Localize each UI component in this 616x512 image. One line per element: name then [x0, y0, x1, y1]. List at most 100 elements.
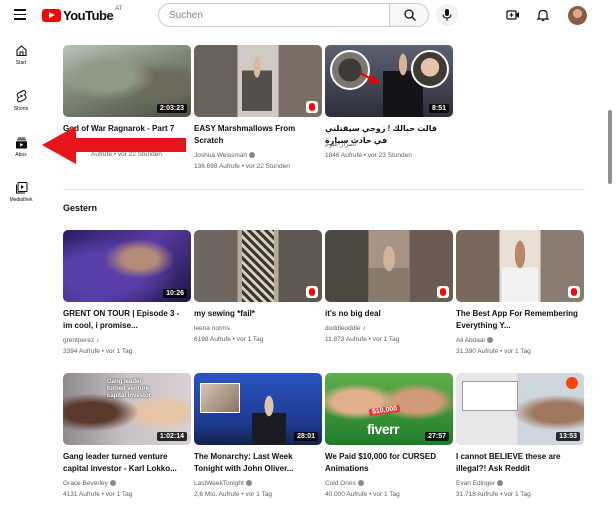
top-bar: YouTube AT Suchen: [0, 0, 616, 32]
bell-icon[interactable]: [536, 8, 550, 22]
duration-badge: 2:03:23: [156, 104, 187, 113]
person-figure: [242, 53, 272, 111]
channel-label: Joshua Weissman: [194, 152, 247, 159]
video-thumbnail[interactable]: [456, 230, 584, 302]
youtube-play-icon: [42, 8, 61, 22]
channel-name[interactable]: grentperez ♪: [63, 337, 99, 344]
video-title[interactable]: The Best App For Remembering Everything …: [456, 308, 582, 332]
duration-badge: 10:26: [163, 289, 187, 298]
logo-text: YouTube: [63, 7, 114, 23]
youtube-subscriptions-page: YouTube AT Suchen Start Shorts Abos Medi…: [0, 0, 616, 512]
search-icon: [404, 9, 416, 21]
shorts-icon: [16, 89, 26, 103]
duration-badge: 27:57: [425, 432, 449, 441]
video-stats: 4131 Aufrufe • vor 1 Tag: [63, 491, 133, 498]
sidebar-item-label: Start: [15, 60, 27, 66]
channel-name[interactable]: doddleoddle ♪: [325, 325, 366, 332]
channel-label: Cold Ones: [325, 480, 356, 487]
shorts-badge-icon: [306, 286, 318, 298]
video-thumbnail[interactable]: 2:03:23: [63, 45, 191, 117]
search-button[interactable]: [389, 3, 429, 27]
channel-name[interactable]: Cold Ones: [325, 480, 364, 487]
video-stats: 31.718 Aufrufe • vor 1 Tag: [456, 491, 531, 498]
avatar[interactable]: [568, 6, 587, 25]
thumbnail-text: Gang leader turned venture capital inves…: [107, 379, 152, 399]
pattern-fabric: [242, 230, 274, 302]
voice-search-button[interactable]: [436, 4, 458, 26]
search-placeholder: Suchen: [169, 9, 203, 21]
shorts-badge-icon: [568, 286, 580, 298]
video-thumbnail[interactable]: 10:26: [63, 230, 191, 302]
thumbnail-text: fiverr: [367, 421, 400, 437]
video-thumbnail[interactable]: $10,000 fiverr 27:57: [325, 373, 453, 445]
sidebar-item-mediathek[interactable]: Mediathek: [0, 181, 42, 203]
channel-name[interactable]: Ali Abdaal: [456, 337, 493, 344]
video-thumbnail[interactable]: 28:01: [194, 373, 322, 445]
duration-badge: 28:01: [294, 432, 318, 441]
channel-label: doddleoddle: [325, 325, 361, 332]
channel-name[interactable]: LastWeekTonight: [194, 480, 252, 487]
channel-label: LastWeekTonight: [194, 480, 244, 487]
verified-icon: [357, 480, 364, 486]
video-stats: 3394 Aufrufe • vor 1 Tag: [63, 348, 133, 355]
video-thumbnail[interactable]: 13:53: [456, 373, 584, 445]
sidebar-item-shorts[interactable]: Shorts: [0, 89, 42, 112]
youtube-logo[interactable]: YouTube AT: [42, 6, 123, 23]
video-thumbnail[interactable]: [325, 230, 453, 302]
create-icon[interactable]: [506, 8, 520, 22]
sidebar-item-label: Abos: [15, 152, 27, 158]
video-title[interactable]: We Paid $10,000 for CURSED Animations: [325, 451, 451, 475]
video-stats: 40.000 Aufrufe • vor 1 Tag: [325, 491, 400, 498]
video-title[interactable]: Gang leader turned venture capital inves…: [63, 451, 189, 475]
menu-icon[interactable]: [14, 9, 26, 20]
video-title[interactable]: my sewing *fail*: [194, 308, 320, 320]
sidebar-item-start[interactable]: Start: [0, 44, 42, 66]
person-figure: [369, 240, 409, 302]
video-title[interactable]: I cannot BELIEVE these are illegal?! Ask…: [456, 451, 582, 475]
channel-name[interactable]: Joshua Weissman: [194, 152, 255, 159]
inset-image: [200, 383, 240, 413]
channel-name[interactable]: leena norms: [194, 325, 230, 332]
sidebar-item-abos[interactable]: Abos: [0, 137, 42, 158]
video-stats: 31.390 Aufrufe • vor 1 Tag: [456, 348, 531, 355]
shorts-badge-icon: [306, 101, 318, 113]
video-title[interactable]: it's no big deal: [325, 308, 451, 320]
reddit-post-card: [462, 381, 518, 411]
duration-badge: 13:53: [556, 432, 580, 441]
music-note-icon: ♪: [362, 325, 366, 332]
video-thumbnail[interactable]: [194, 230, 322, 302]
video-thumbnail[interactable]: [194, 45, 322, 117]
verified-icon: [245, 480, 252, 486]
video-stats: 1846 Aufrufe • vor 23 Stunden: [325, 152, 412, 159]
video-stats: 2,6 Mio. Aufrufe • vor 1 Tag: [194, 491, 273, 498]
verified-icon: [486, 337, 493, 343]
section-divider: [63, 189, 585, 190]
verified-icon: [109, 480, 116, 486]
arrow-icon: [359, 71, 380, 84]
home-icon: [15, 45, 27, 57]
channel-name[interactable]: Grace Beverley: [63, 480, 116, 487]
video-stats: 136.698 Aufrufe • vor 22 Stunden: [194, 163, 290, 170]
duration-badge: 8:51: [428, 104, 449, 113]
video-title[interactable]: The Monarchy: Last Week Tonight with Joh…: [194, 451, 320, 475]
thumbnail-price-tag: $10,000: [368, 404, 401, 417]
library-icon: [15, 182, 27, 194]
verified-icon: [249, 152, 255, 158]
section-heading: Gestern: [63, 203, 98, 213]
channel-label: Grace Beverley: [63, 480, 108, 487]
inset-circle: [411, 50, 449, 88]
channel-label: Evan Edinger: [456, 480, 496, 487]
reddit-icon: [566, 377, 578, 389]
search-input[interactable]: Suchen: [158, 3, 389, 27]
music-note-icon: ♪: [96, 337, 100, 344]
video-title[interactable]: EASY Marshmallows From Scratch: [194, 123, 320, 147]
country-code: AT: [115, 6, 123, 12]
channel-name[interactable]: أسرار علوم: [325, 140, 356, 148]
scrollbar[interactable]: [608, 110, 612, 184]
video-thumbnail[interactable]: Gang leader turned venture capital inves…: [63, 373, 191, 445]
person-figure: [502, 236, 538, 302]
video-thumbnail[interactable]: 8:51: [325, 45, 453, 117]
subscriptions-icon: [15, 137, 27, 149]
video-title[interactable]: GRENT ON TOUR | Episode 3 - im cool, i p…: [63, 308, 189, 332]
channel-name[interactable]: Evan Edinger: [456, 480, 504, 487]
